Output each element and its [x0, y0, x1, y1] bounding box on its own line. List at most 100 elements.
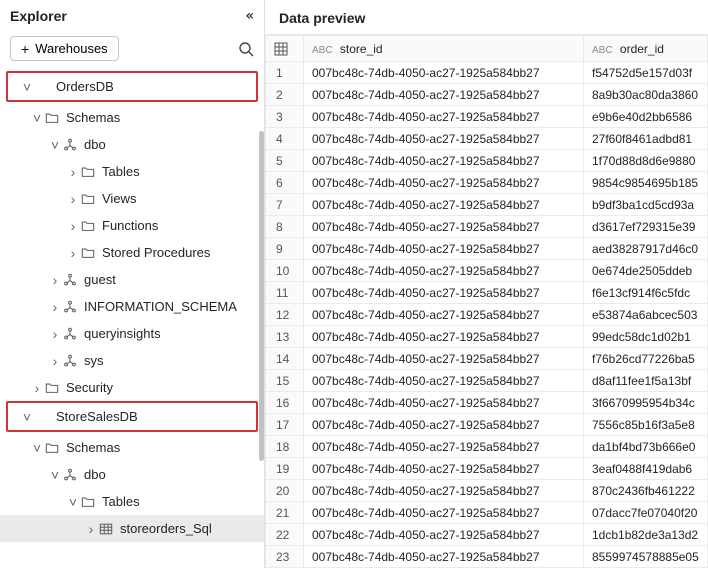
scrollbar[interactable]	[259, 131, 264, 461]
tree-node[interactable]: ›guest	[0, 266, 264, 293]
tree-node[interactable]: ˅OrdersDB	[8, 73, 256, 100]
cell-order-id[interactable]: 07dacc7fe07040f20	[584, 502, 708, 524]
table-row[interactable]: 12007bc48c-74db-4050-ac27-1925a584bb27e5…	[266, 304, 708, 326]
cell-order-id[interactable]: d3617ef729315e39	[584, 216, 708, 238]
chevron-right-icon[interactable]: ›	[84, 521, 98, 537]
table-row[interactable]: 18007bc48c-74db-4050-ac27-1925a584bb27da…	[266, 436, 708, 458]
tree-node[interactable]: ›storeorders_Sql	[0, 515, 264, 542]
table-row[interactable]: 8007bc48c-74db-4050-ac27-1925a584bb27d36…	[266, 216, 708, 238]
chevron-right-icon[interactable]: ›	[30, 380, 44, 396]
cell-store-id[interactable]: 007bc48c-74db-4050-ac27-1925a584bb27	[304, 502, 584, 524]
cell-order-id[interactable]: f54752d5e157d03f	[584, 62, 708, 84]
table-row[interactable]: 14007bc48c-74db-4050-ac27-1925a584bb27f7…	[266, 348, 708, 370]
cell-order-id[interactable]: b9df3ba1cd5cd93a	[584, 194, 708, 216]
cell-store-id[interactable]: 007bc48c-74db-4050-ac27-1925a584bb27	[304, 216, 584, 238]
tree-node[interactable]: ›INFORMATION_SCHEMA	[0, 293, 264, 320]
add-warehouses-button[interactable]: + Warehouses	[10, 36, 119, 61]
search-icon[interactable]	[238, 41, 254, 57]
table-row[interactable]: 4007bc48c-74db-4050-ac27-1925a584bb2727f…	[266, 128, 708, 150]
cell-order-id[interactable]: 27f60f8461adbd81	[584, 128, 708, 150]
cell-store-id[interactable]: 007bc48c-74db-4050-ac27-1925a584bb27	[304, 326, 584, 348]
cell-order-id[interactable]: da1bf4bd73b666e0	[584, 436, 708, 458]
table-row[interactable]: 5007bc48c-74db-4050-ac27-1925a584bb271f7…	[266, 150, 708, 172]
cell-store-id[interactable]: 007bc48c-74db-4050-ac27-1925a584bb27	[304, 106, 584, 128]
chevron-right-icon[interactable]: ›	[48, 326, 62, 342]
chevron-right-icon[interactable]: ›	[48, 272, 62, 288]
cell-order-id[interactable]: 9854c9854695b185	[584, 172, 708, 194]
table-row[interactable]: 1007bc48c-74db-4050-ac27-1925a584bb27f54…	[266, 62, 708, 84]
cell-store-id[interactable]: 007bc48c-74db-4050-ac27-1925a584bb27	[304, 348, 584, 370]
chevron-down-icon[interactable]: ˅	[20, 79, 34, 95]
column-header-store-id[interactable]: ABC store_id	[304, 36, 584, 62]
cell-order-id[interactable]: 7556c85b16f3a5e8	[584, 414, 708, 436]
chevron-down-icon[interactable]: ˅	[30, 110, 44, 126]
chevron-down-icon[interactable]: ˅	[20, 409, 34, 425]
table-row[interactable]: 9007bc48c-74db-4050-ac27-1925a584bb27aed…	[266, 238, 708, 260]
chevron-right-icon[interactable]: ›	[66, 164, 80, 180]
tree-node[interactable]: ›Tables	[0, 158, 264, 185]
cell-store-id[interactable]: 007bc48c-74db-4050-ac27-1925a584bb27	[304, 260, 584, 282]
table-row[interactable]: 10007bc48c-74db-4050-ac27-1925a584bb270e…	[266, 260, 708, 282]
column-header-order-id[interactable]: ABC order_id	[584, 36, 708, 62]
cell-order-id[interactable]: 0e674de2505ddeb	[584, 260, 708, 282]
tree-node[interactable]: ›Stored Procedures	[0, 239, 264, 266]
chevron-down-icon[interactable]: ˅	[48, 137, 62, 153]
table-row[interactable]: 19007bc48c-74db-4050-ac27-1925a584bb273e…	[266, 458, 708, 480]
table-row[interactable]: 22007bc48c-74db-4050-ac27-1925a584bb271d…	[266, 524, 708, 546]
chevron-right-icon[interactable]: ›	[48, 353, 62, 369]
cell-order-id[interactable]: 8a9b30ac80da3860	[584, 84, 708, 106]
cell-store-id[interactable]: 007bc48c-74db-4050-ac27-1925a584bb27	[304, 436, 584, 458]
cell-store-id[interactable]: 007bc48c-74db-4050-ac27-1925a584bb27	[304, 150, 584, 172]
chevron-right-icon[interactable]: ›	[66, 245, 80, 261]
cell-order-id[interactable]: 3eaf0488f419dab6	[584, 458, 708, 480]
chevron-down-icon[interactable]: ˅	[30, 440, 44, 456]
cell-order-id[interactable]: e9b6e40d2bb6586	[584, 106, 708, 128]
chevron-down-icon[interactable]: ˅	[48, 467, 62, 483]
cell-order-id[interactable]: 99edc58dc1d02b1	[584, 326, 708, 348]
cell-store-id[interactable]: 007bc48c-74db-4050-ac27-1925a584bb27	[304, 194, 584, 216]
cell-order-id[interactable]: f76b26cd77226ba5	[584, 348, 708, 370]
cell-store-id[interactable]: 007bc48c-74db-4050-ac27-1925a584bb27	[304, 62, 584, 84]
tree-node[interactable]: ›sys	[0, 347, 264, 374]
chevron-right-icon[interactable]: ›	[48, 299, 62, 315]
cell-store-id[interactable]: 007bc48c-74db-4050-ac27-1925a584bb27	[304, 304, 584, 326]
chevron-down-icon[interactable]: ˅	[66, 494, 80, 510]
tree-node[interactable]: ˅Schemas	[0, 104, 264, 131]
table-row[interactable]: 11007bc48c-74db-4050-ac27-1925a584bb27f6…	[266, 282, 708, 304]
cell-store-id[interactable]: 007bc48c-74db-4050-ac27-1925a584bb27	[304, 84, 584, 106]
table-row[interactable]: 17007bc48c-74db-4050-ac27-1925a584bb2775…	[266, 414, 708, 436]
table-row[interactable]: 21007bc48c-74db-4050-ac27-1925a584bb2707…	[266, 502, 708, 524]
chevron-right-icon[interactable]: ›	[66, 218, 80, 234]
cell-order-id[interactable]: 3f6670995954b34c	[584, 392, 708, 414]
cell-store-id[interactable]: 007bc48c-74db-4050-ac27-1925a584bb27	[304, 458, 584, 480]
tree-node[interactable]: ›Security	[0, 374, 264, 401]
cell-store-id[interactable]: 007bc48c-74db-4050-ac27-1925a584bb27	[304, 414, 584, 436]
grid-corner[interactable]	[266, 36, 304, 62]
cell-store-id[interactable]: 007bc48c-74db-4050-ac27-1925a584bb27	[304, 128, 584, 150]
table-row[interactable]: 6007bc48c-74db-4050-ac27-1925a584bb27985…	[266, 172, 708, 194]
tree-node[interactable]: ˅Schemas	[0, 434, 264, 461]
table-row[interactable]: 2007bc48c-74db-4050-ac27-1925a584bb278a9…	[266, 84, 708, 106]
cell-order-id[interactable]: 1f70d88d8d6e9880	[584, 150, 708, 172]
cell-store-id[interactable]: 007bc48c-74db-4050-ac27-1925a584bb27	[304, 172, 584, 194]
cell-store-id[interactable]: 007bc48c-74db-4050-ac27-1925a584bb27	[304, 282, 584, 304]
cell-store-id[interactable]: 007bc48c-74db-4050-ac27-1925a584bb27	[304, 480, 584, 502]
cell-order-id[interactable]: 1dcb1b82de3a13d2	[584, 524, 708, 546]
cell-store-id[interactable]: 007bc48c-74db-4050-ac27-1925a584bb27	[304, 370, 584, 392]
cell-order-id[interactable]: d8af11fee1f5a13bf	[584, 370, 708, 392]
cell-order-id[interactable]: 8559974578885e05	[584, 546, 708, 568]
table-row[interactable]: 3007bc48c-74db-4050-ac27-1925a584bb27e9b…	[266, 106, 708, 128]
cell-order-id[interactable]: aed38287917d46c0	[584, 238, 708, 260]
cell-store-id[interactable]: 007bc48c-74db-4050-ac27-1925a584bb27	[304, 238, 584, 260]
collapse-explorer-icon[interactable]: «	[246, 8, 254, 24]
cell-order-id[interactable]: 870c2436fb461222	[584, 480, 708, 502]
cell-order-id[interactable]: e53874a6abcec503	[584, 304, 708, 326]
tree-node[interactable]: ˅dbo	[0, 131, 264, 158]
tree-node[interactable]: ˅dbo	[0, 461, 264, 488]
cell-order-id[interactable]: f6e13cf914f6c5fdc	[584, 282, 708, 304]
table-row[interactable]: 13007bc48c-74db-4050-ac27-1925a584bb2799…	[266, 326, 708, 348]
table-row[interactable]: 7007bc48c-74db-4050-ac27-1925a584bb27b9d…	[266, 194, 708, 216]
table-row[interactable]: 15007bc48c-74db-4050-ac27-1925a584bb27d8…	[266, 370, 708, 392]
tree-node[interactable]: ›queryinsights	[0, 320, 264, 347]
cell-store-id[interactable]: 007bc48c-74db-4050-ac27-1925a584bb27	[304, 392, 584, 414]
